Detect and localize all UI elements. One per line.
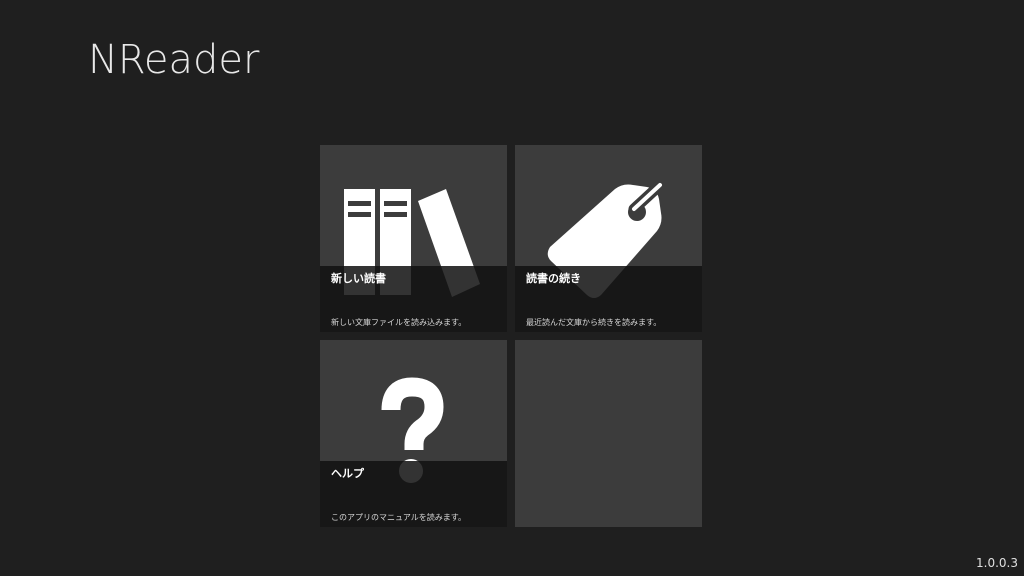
- tile-caption: 新しい読書 新しい文庫ファイルを読み込みます。: [320, 266, 507, 332]
- empty-tile: [515, 340, 702, 527]
- version-label: 1.0.0.3: [976, 556, 1018, 570]
- start-screen: NReader 新しい読書 新しい文庫ファイルを読み込みます。 読書の続き 最近…: [0, 0, 1024, 576]
- new-reading-tile[interactable]: 新しい読書 新しい文庫ファイルを読み込みます。: [320, 145, 507, 332]
- help-tile[interactable]: ヘルプ このアプリのマニュアルを読みます。: [320, 340, 507, 527]
- continue-reading-tile[interactable]: 読書の続き 最近読んだ文庫から続きを読みます。: [515, 145, 702, 332]
- tile-title: ヘルプ: [331, 467, 364, 480]
- tile-description: 最近読んだ文庫から続きを読みます。: [526, 318, 662, 327]
- tile-description: 新しい文庫ファイルを読み込みます。: [331, 318, 467, 327]
- tile-caption: 読書の続き 最近読んだ文庫から続きを読みます。: [515, 266, 702, 332]
- tile-caption: ヘルプ このアプリのマニュアルを読みます。: [320, 461, 507, 527]
- tile-title: 新しい読書: [331, 272, 386, 285]
- app-title: NReader: [88, 37, 260, 83]
- tile-title: 読書の続き: [526, 272, 581, 285]
- tile-description: このアプリのマニュアルを読みます。: [331, 513, 466, 522]
